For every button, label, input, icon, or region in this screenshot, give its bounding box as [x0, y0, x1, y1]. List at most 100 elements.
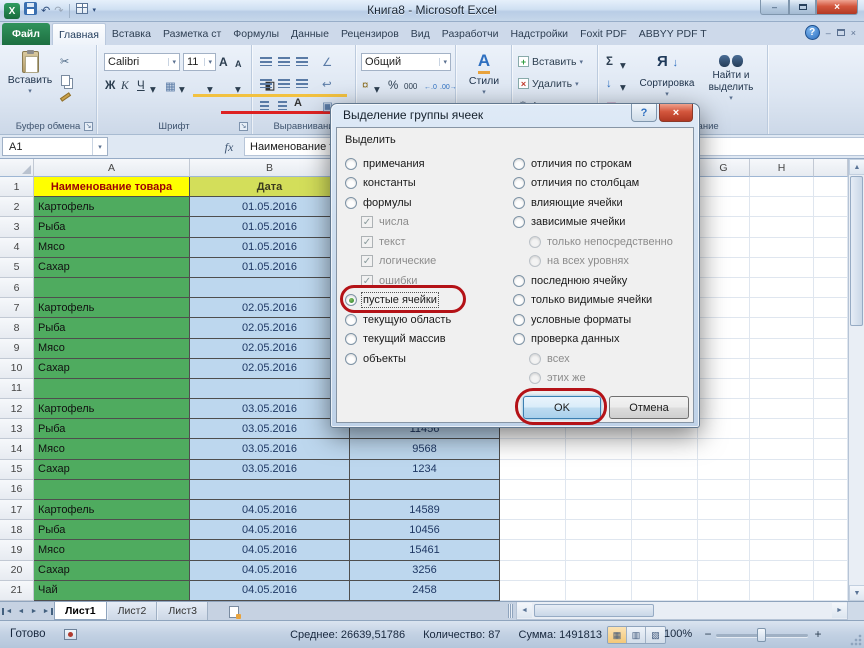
radio-icon[interactable]	[513, 197, 525, 209]
row-header-18[interactable]: 18	[0, 520, 34, 540]
cell-H12[interactable]	[750, 399, 814, 419]
radio-icon[interactable]	[513, 177, 525, 189]
sort-dropdown-icon[interactable]: ▾	[665, 90, 669, 98]
cell-C20[interactable]: 3256	[350, 561, 500, 581]
cell-x21[interactable]	[814, 581, 848, 601]
row-header-13[interactable]: 13	[0, 419, 34, 439]
dialog-option-left-5[interactable]: логические	[361, 252, 511, 272]
cell-E20[interactable]	[566, 561, 632, 581]
cell-A7[interactable]: Картофель	[34, 298, 190, 318]
borders-icon[interactable]: ▦	[165, 77, 176, 94]
dialog-option-left-1[interactable]: константы	[345, 174, 511, 194]
vertical-scroll-thumb[interactable]	[850, 176, 863, 326]
cell-B4[interactable]: 01.05.2016	[190, 238, 350, 258]
insert-cells-button[interactable]: + Вставить ▾	[518, 53, 583, 70]
cell-B9[interactable]: 02.05.2016	[190, 339, 350, 359]
increase-indent-icon[interactable]	[278, 97, 287, 114]
cell-G9[interactable]	[698, 339, 750, 359]
cell-x6[interactable]	[814, 278, 848, 298]
cell-A19[interactable]: Мясо	[34, 540, 190, 560]
cell-G10[interactable]	[698, 359, 750, 379]
accounting-format-icon[interactable]: ¤	[362, 77, 368, 94]
cell-G12[interactable]	[698, 399, 750, 419]
radio-icon[interactable]	[529, 236, 541, 248]
increase-decimal-icon[interactable]: ←.0	[424, 79, 437, 96]
align-center-icon[interactable]	[278, 75, 290, 92]
cell-F18[interactable]	[632, 520, 698, 540]
radio-icon[interactable]	[513, 314, 525, 326]
cell-x1[interactable]	[814, 177, 848, 197]
cell-G15[interactable]	[698, 460, 750, 480]
sheet-tab-Лист3[interactable]: Лист3	[157, 602, 208, 620]
row-header-17[interactable]: 17	[0, 500, 34, 520]
radio-icon[interactable]	[529, 353, 541, 365]
cell-H15[interactable]	[750, 460, 814, 480]
radio-icon[interactable]	[345, 333, 357, 345]
accounting-dropdown-icon[interactable]: ▾	[374, 80, 380, 97]
copy-icon[interactable]	[61, 75, 70, 86]
cell-G8[interactable]	[698, 318, 750, 338]
macro-record-icon[interactable]	[64, 629, 77, 640]
cell-A10[interactable]: Сахар	[34, 359, 190, 379]
cell-G16[interactable]	[698, 480, 750, 500]
dialog-option-right-5[interactable]: на всех уровнях	[529, 252, 691, 272]
cell-B13[interactable]: 03.05.2016	[190, 419, 350, 439]
cell-F15[interactable]	[632, 460, 698, 480]
row-header-10[interactable]: 10	[0, 359, 34, 379]
row-header-3[interactable]: 3	[0, 217, 34, 237]
maximize-button[interactable]	[789, 0, 816, 15]
cell-H17[interactable]	[750, 500, 814, 520]
tab-abbyy[interactable]: ABBYY PDF T	[633, 23, 713, 45]
cell-H9[interactable]	[750, 339, 814, 359]
row-header-5[interactable]: 5	[0, 258, 34, 278]
cell-F16[interactable]	[632, 480, 698, 500]
horizontal-scroll-thumb[interactable]	[534, 604, 654, 617]
cell-A20[interactable]: Сахар	[34, 561, 190, 581]
cell-B6[interactable]	[190, 278, 350, 298]
row-header-14[interactable]: 14	[0, 439, 34, 459]
cell-H6[interactable]	[750, 278, 814, 298]
cell-G20[interactable]	[698, 561, 750, 581]
cell-B19[interactable]: 04.05.2016	[190, 540, 350, 560]
cell-D19[interactable]	[500, 540, 566, 560]
cell-F21[interactable]	[632, 581, 698, 601]
select-all-corner[interactable]	[0, 159, 34, 177]
font-size-select[interactable]: 11▾	[183, 53, 216, 71]
font-family-select[interactable]: Calibri▾	[104, 53, 180, 71]
cell-x19[interactable]	[814, 540, 848, 560]
dialog-option-right-3[interactable]: зависимые ячейки	[513, 213, 691, 233]
wrap-text-icon[interactable]: ↩	[322, 75, 332, 92]
cell-G18[interactable]	[698, 520, 750, 540]
radio-icon[interactable]	[513, 333, 525, 345]
cell-H18[interactable]	[750, 520, 814, 540]
insert-sheet-tab[interactable]	[222, 604, 246, 619]
fill-icon[interactable]: ↓	[606, 75, 612, 92]
scroll-down-icon[interactable]: ▼	[849, 585, 864, 601]
tab-insert[interactable]: Вставка	[106, 23, 157, 45]
close-button[interactable]: ×	[816, 0, 858, 15]
radio-icon[interactable]	[529, 372, 541, 384]
cell-x8[interactable]	[814, 318, 848, 338]
cell-A21[interactable]: Чай	[34, 581, 190, 601]
cell-E15[interactable]	[566, 460, 632, 480]
borders-dropdown-icon[interactable]: ▾	[179, 80, 185, 97]
cell-x11[interactable]	[814, 379, 848, 399]
radio-icon[interactable]	[345, 158, 357, 170]
cell-G3[interactable]	[698, 217, 750, 237]
styles-dropdown-icon[interactable]: ▾	[482, 88, 486, 96]
cancel-button[interactable]: Отмена	[609, 396, 689, 419]
dialog-option-right-9[interactable]: проверка данных	[513, 330, 691, 350]
decrease-indent-icon[interactable]	[260, 97, 269, 114]
prev-sheet-icon[interactable]: ◄	[15, 608, 27, 615]
cell-E18[interactable]	[566, 520, 632, 540]
cell-C21[interactable]: 2458	[350, 581, 500, 601]
cell-H3[interactable]	[750, 217, 814, 237]
dialog-option-right-1[interactable]: отличия по столбцам	[513, 174, 691, 194]
workbook-close-icon[interactable]: ×	[851, 26, 856, 40]
underline-dropdown-icon[interactable]: ▾	[150, 80, 156, 97]
align-middle-icon[interactable]	[278, 53, 290, 70]
dialog-option-right-2[interactable]: влияющие ячейки	[513, 193, 691, 213]
fill-color-dropdown-icon[interactable]: ▾	[207, 80, 213, 97]
tab-developer[interactable]: Разработчи	[436, 23, 505, 45]
row-header-6[interactable]: 6	[0, 278, 34, 298]
